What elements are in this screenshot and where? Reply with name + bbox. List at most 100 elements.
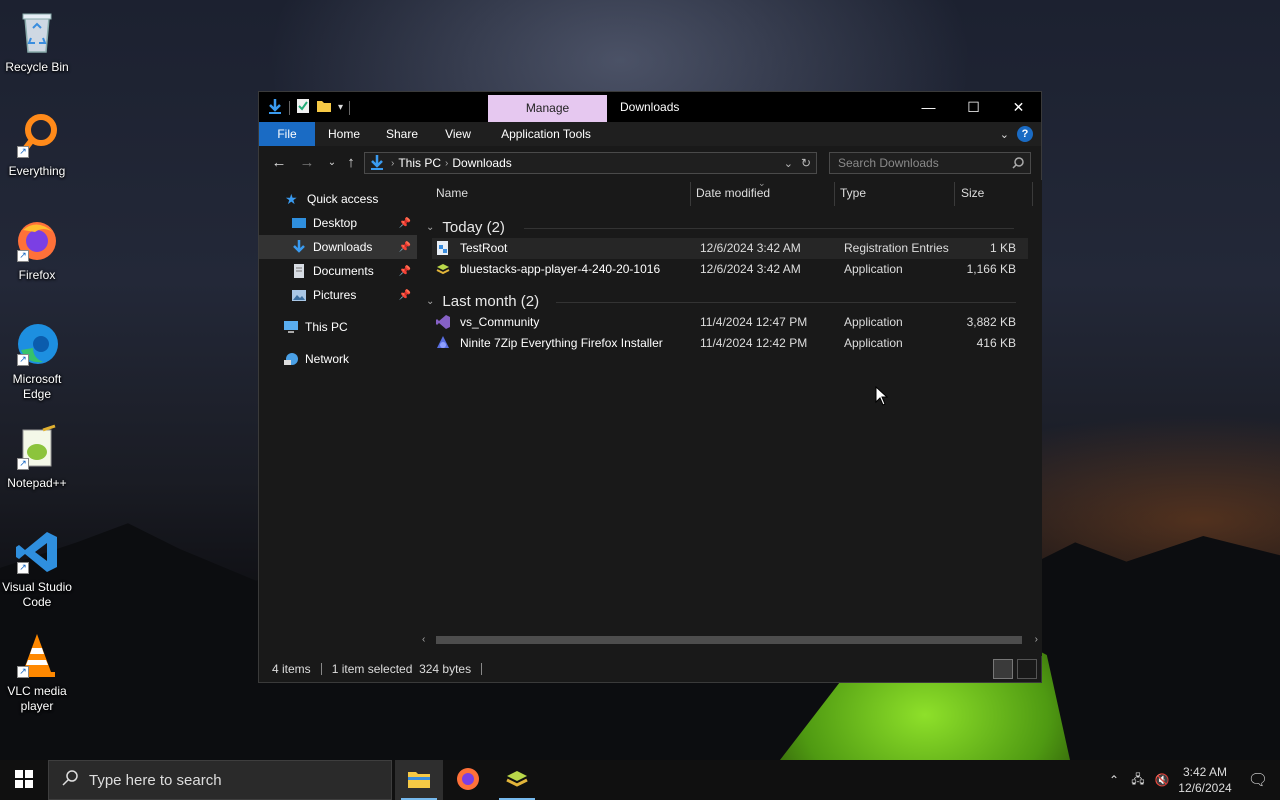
taskbar-firefox[interactable]: [444, 760, 492, 800]
file-row-testroot[interactable]: TestRoot 12/6/2024 3:42 AM Registration …: [432, 238, 1028, 259]
desktop-folder-icon: [291, 215, 307, 231]
breadcrumb-downloads[interactable]: Downloads: [452, 156, 511, 170]
taskbar-file-explorer[interactable]: [395, 760, 443, 800]
desktop-icon-label: Visual Studio Code: [2, 580, 72, 609]
scroll-right-icon[interactable]: ›: [1035, 632, 1038, 648]
back-arrow-icon: ←: [271, 154, 287, 171]
minimize-button[interactable]: —: [906, 92, 951, 122]
download-arrow-icon: [291, 239, 307, 255]
nav-label: This PC: [305, 320, 348, 334]
large-icons-view-button[interactable]: [1017, 659, 1037, 679]
vscode-icon: ↗: [13, 528, 61, 576]
nav-item-documents[interactable]: Documents 📌: [259, 259, 417, 283]
maximize-button[interactable]: ☐: [951, 92, 996, 122]
refresh-icon[interactable]: ↻: [801, 156, 811, 170]
group-header-last-month[interactable]: ⌄ Last month (2): [426, 293, 1016, 310]
recent-locations-button[interactable]: ⌄: [322, 154, 342, 172]
group-divider: [524, 228, 1014, 229]
window-title: Downloads: [620, 100, 680, 114]
nav-network[interactable]: Network: [259, 347, 417, 371]
column-header-name[interactable]: Name: [436, 186, 468, 200]
tab-file[interactable]: File: [259, 122, 315, 146]
file-size: 416 KB: [976, 336, 1016, 350]
back-button[interactable]: ←: [269, 154, 289, 172]
desktop-icon-label: Microsoft Edge: [12, 372, 62, 401]
file-row-vs-community[interactable]: vs_Community 11/4/2024 12:47 PM Applicat…: [432, 312, 1028, 333]
horizontal-scrollbar[interactable]: ‹ ›: [418, 632, 1042, 648]
desktop-icon-vlc[interactable]: ↗ VLC media player: [0, 632, 74, 714]
desktop-icon-vscode[interactable]: ↗ Visual Studio Code: [0, 528, 74, 610]
nav-this-pc[interactable]: This PC: [259, 315, 417, 339]
properties-icon[interactable]: [296, 98, 310, 117]
tab-manage-context[interactable]: Manage: [488, 95, 607, 122]
group-header-today[interactable]: ⌄ Today (2): [426, 219, 1014, 236]
visual-studio-icon: [436, 315, 450, 329]
details-view-button[interactable]: [993, 659, 1013, 679]
column-header-size[interactable]: Size: [961, 186, 984, 200]
group-label: Last month (2): [442, 293, 540, 310]
network-icon: [283, 351, 299, 367]
title-bar[interactable]: ▾ Manage Downloads — ☐ ✕: [259, 92, 1041, 122]
column-header-type[interactable]: Type: [840, 186, 866, 200]
file-date: 12/6/2024 3:42 AM: [700, 262, 801, 276]
nav-label: Documents: [313, 264, 374, 278]
firefox-icon: [456, 767, 480, 794]
file-name: bluestacks-app-player-4-240-20-1016: [460, 262, 661, 276]
close-icon: ✕: [1012, 98, 1025, 115]
scroll-left-icon[interactable]: ‹: [422, 632, 425, 648]
taskbar-bluestacks[interactable]: [493, 760, 541, 800]
desktop-icon-edge[interactable]: ↗ Microsoft Edge: [0, 320, 74, 402]
nav-item-pictures[interactable]: Pictures 📌: [259, 283, 417, 307]
navigation-pane: ★ Quick access Desktop 📌 Downloads 📌 Doc…: [259, 180, 417, 656]
taskbar-search-box[interactable]: Type here to search: [48, 760, 392, 800]
column-separator[interactable]: [690, 182, 691, 206]
up-button[interactable]: ↑: [341, 154, 361, 172]
address-dropdown-icon[interactable]: ⌄: [784, 157, 793, 170]
network-tray-icon[interactable]: 🖧: [1126, 770, 1150, 791]
nav-item-downloads[interactable]: Downloads 📌: [259, 235, 417, 259]
file-row-ninite[interactable]: Ninite 7Zip Everything Firefox Installer…: [432, 333, 1028, 354]
show-hidden-icons-icon[interactable]: ⌃: [1102, 773, 1126, 787]
clock[interactable]: 3:42 AM 12/6/2024: [1174, 764, 1236, 796]
desktop-icon-notepadpp[interactable]: ↗ Notepad++: [0, 424, 74, 491]
close-button[interactable]: ✕: [996, 92, 1041, 122]
pin-icon: 📌: [398, 241, 411, 253]
desktop-icon-recycle-bin[interactable]: Recycle Bin: [0, 8, 74, 75]
volume-muted-icon[interactable]: 🔇: [1150, 773, 1174, 787]
breadcrumb-this-pc[interactable]: This PC: [398, 156, 441, 170]
tab-view[interactable]: View: [439, 122, 477, 146]
expand-ribbon-icon[interactable]: ⌄: [1000, 128, 1009, 141]
search-input[interactable]: Search Downloads: [829, 152, 1031, 174]
star-icon: ★: [285, 191, 298, 207]
download-arrow-icon: [267, 98, 283, 117]
new-folder-icon[interactable]: [316, 98, 332, 117]
file-explorer-window: ▾ Manage Downloads — ☐ ✕ File Home Share…: [258, 91, 1042, 683]
notification-icon[interactable]: 🗨: [1236, 770, 1280, 790]
tab-application-tools[interactable]: Application Tools: [495, 122, 597, 146]
pin-icon: 📌: [398, 289, 411, 301]
desktop-icon-firefox[interactable]: ↗ Firefox: [0, 216, 74, 283]
breadcrumb-chevron-icon: ›: [445, 157, 449, 169]
tab-share[interactable]: Share: [381, 122, 423, 146]
desktop-icon-label: Everything: [8, 164, 66, 178]
column-separator[interactable]: [834, 182, 835, 206]
scrollbar-thumb[interactable]: [436, 636, 1022, 644]
file-date: 11/4/2024 12:42 PM: [700, 336, 808, 350]
address-bar[interactable]: › This PC › Downloads ⌄ ↻: [364, 152, 817, 174]
start-button[interactable]: [0, 760, 48, 800]
nav-quick-access[interactable]: ★ Quick access: [259, 187, 417, 211]
column-separator[interactable]: [954, 182, 955, 206]
help-icon[interactable]: ?: [1017, 126, 1033, 142]
file-row-bluestacks[interactable]: bluestacks-app-player-4-240-20-1016 12/6…: [432, 259, 1028, 280]
maximize-icon: ☐: [967, 98, 980, 115]
qat-dropdown-icon[interactable]: ▾: [338, 102, 343, 113]
file-type: Registration Entries: [844, 241, 949, 255]
forward-button[interactable]: →: [297, 154, 317, 172]
file-size: 1 KB: [989, 241, 1016, 255]
nav-item-desktop[interactable]: Desktop 📌: [259, 211, 417, 235]
file-size: 1,166 KB: [966, 262, 1016, 276]
tab-home[interactable]: Home: [321, 122, 367, 146]
computer-icon: [283, 319, 299, 335]
desktop-icon-everything[interactable]: ↗ Everything: [0, 112, 74, 179]
column-separator[interactable]: [1032, 182, 1033, 206]
